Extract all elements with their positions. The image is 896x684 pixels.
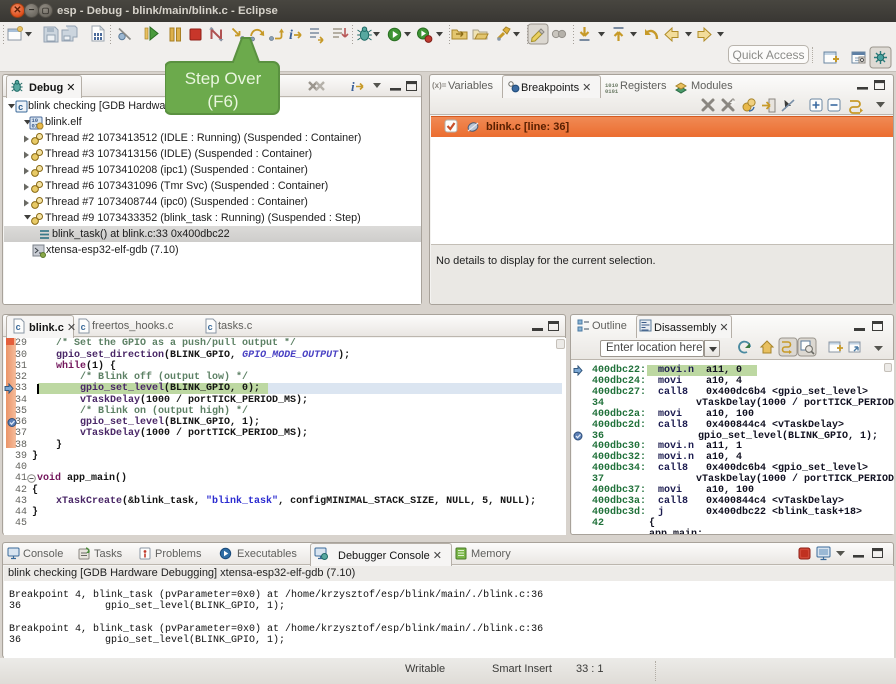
svg-text:c: c [18,103,23,113]
svg-text:c: c [81,323,86,333]
svg-text:i: i [351,79,355,94]
svg-text:(x)=: (x)= [432,81,447,90]
svg-text:Step Over: Step Over [185,69,262,88]
svg-text:c: c [208,323,213,333]
svg-text:0101: 0101 [605,88,619,95]
svg-text:i: i [289,28,293,43]
svg-text:c: c [16,323,21,333]
svg-text:(F6): (F6) [207,92,238,111]
